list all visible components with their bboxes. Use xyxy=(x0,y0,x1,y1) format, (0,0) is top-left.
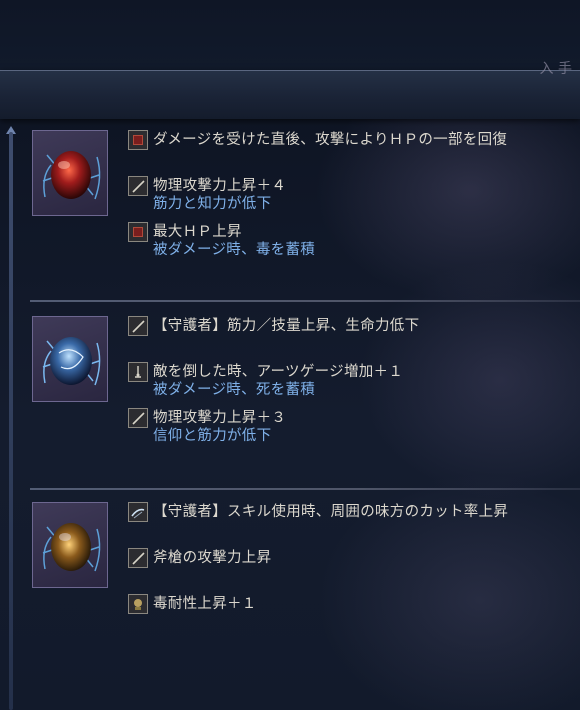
effect-text: 【守護者】スキル使用時、周囲の味方のカット率上昇 xyxy=(153,504,509,520)
sword-icon xyxy=(128,176,148,196)
hp-recovery-icon xyxy=(128,222,148,242)
relic-icon xyxy=(32,502,108,588)
header-partial-text: 入 手 xyxy=(539,61,572,77)
effect-drawback: 筋力と知力が低下 xyxy=(153,196,272,212)
red-relic-gem-icon xyxy=(42,151,101,200)
scrollbar[interactable] xyxy=(9,132,13,710)
sword-icon xyxy=(128,316,148,336)
top-band xyxy=(0,0,580,70)
effect-drawback: 被ダメージ時、毒を蓄積 xyxy=(153,242,316,258)
header-bar xyxy=(0,70,580,119)
arts-icon xyxy=(128,362,148,382)
effect-text: 最大ＨＰ上昇 xyxy=(153,224,242,240)
effect-text: 毒耐性上昇＋１ xyxy=(153,596,257,612)
effect-text: ダメージを受けた直後、攻撃によりＨＰの一部を回復 xyxy=(153,132,508,148)
hp-recovery-icon xyxy=(128,130,148,150)
effect-text: 敵を倒した時、アーツゲージ増加＋１ xyxy=(153,364,404,380)
effect-text: 物理攻撃力上昇＋４ xyxy=(153,178,287,194)
effect-drawback: 被ダメージ時、死を蓄積 xyxy=(153,382,316,398)
effect-text: 斧槍の攻撃力上昇 xyxy=(153,550,272,566)
divider xyxy=(30,300,580,302)
effect-text: 物理攻撃力上昇＋３ xyxy=(153,410,287,426)
divider xyxy=(30,488,580,490)
sword-icon xyxy=(128,408,148,428)
poison-resist-icon xyxy=(128,594,148,614)
sword-icon xyxy=(128,548,148,568)
relic-icon xyxy=(32,316,108,402)
effect-text: 【守護者】筋力／技量上昇、生命力低下 xyxy=(153,318,420,334)
blue-relic-gem-icon xyxy=(42,337,101,386)
relic-icon xyxy=(32,130,108,216)
effect-drawback: 信仰と筋力が低下 xyxy=(153,428,272,444)
skill-icon xyxy=(128,502,148,522)
gold-relic-gem-icon xyxy=(42,523,101,572)
